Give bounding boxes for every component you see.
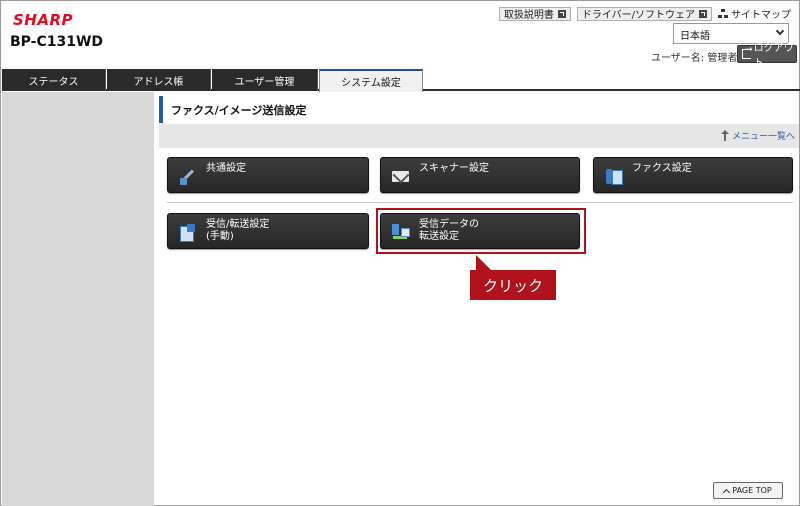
highlight-box [376, 208, 586, 254]
browser-frame: SHARP BP-C131WD 取扱説明書 ドライバー/ソフトウェア サイトマッ… [0, 0, 800, 506]
top-links: 取扱説明書 ドライバー/ソフトウェア サイトマップ [498, 6, 791, 21]
back-up-icon [720, 129, 730, 142]
menu-list-link[interactable]: メニュー一覧へ [720, 129, 795, 142]
receive-forward-settings-button[interactable]: 受信/転送設定 (手動) [167, 213, 369, 249]
callout-tail [476, 255, 492, 271]
tools-icon [178, 166, 198, 186]
chevron-down-icon [775, 26, 785, 36]
logout-icon [742, 45, 752, 59]
menu-list-label: メニュー一覧へ [731, 132, 795, 142]
sitemap-icon [718, 8, 728, 19]
receive-forward-label: 受信/転送設定 (手動) [206, 219, 270, 242]
scanner-settings-button[interactable]: スキャナー設定 [380, 157, 580, 193]
page-top-button[interactable]: PAGE TOP [713, 482, 783, 499]
external-link-icon [557, 9, 566, 18]
page-top-label: PAGE TOP [732, 486, 772, 495]
sitemap-link[interactable]: サイトマップ [718, 6, 791, 21]
sitemap-label: サイトマップ [731, 10, 791, 21]
model-name: BP-C131WD [10, 34, 104, 50]
fax-settings-label: ファクス設定 [632, 163, 692, 174]
tab-system-settings[interactable]: システム設定 [319, 69, 423, 92]
page-title: ファクス/イメージ送信設定 [159, 96, 799, 123]
external-link-icon [699, 9, 707, 18]
user-name: ユーザー名: 管理者 [651, 53, 738, 64]
driver-link[interactable]: ドライバー/ソフトウェア [576, 6, 712, 21]
fax-settings-button[interactable]: ファクス設定 [593, 157, 793, 193]
receive-icon [178, 222, 198, 242]
sidebar [2, 92, 154, 506]
main-tabs: ステータス アドレス帳 ユーザー管理 システム設定 [2, 69, 800, 92]
sharp-logo: SHARP [13, 11, 74, 29]
mail-icon [391, 166, 411, 186]
caret-up-icon [723, 488, 731, 496]
tab-address-book[interactable]: アドレス帳 [107, 69, 211, 91]
tab-status[interactable]: ステータス [2, 69, 106, 91]
common-settings-button[interactable]: 共通設定 [167, 157, 369, 193]
menu-bar: メニュー一覧へ [159, 124, 799, 148]
fax-icon [604, 166, 624, 186]
logout-label: ログアウト [753, 43, 794, 69]
language-value: 日本語 [680, 31, 710, 42]
manual-link-label: 取扱説明書 [503, 10, 554, 21]
driver-link-label: ドライバー/ソフトウェア [581, 10, 695, 21]
scanner-settings-label: スキャナー設定 [419, 163, 489, 174]
click-callout: クリック [470, 270, 556, 300]
common-settings-label: 共通設定 [206, 163, 246, 174]
divider [167, 202, 793, 203]
manual-link[interactable]: 取扱説明書 [498, 6, 571, 21]
logout-button[interactable]: ログアウト [737, 43, 797, 69]
tab-user-management[interactable]: ユーザー管理 [212, 69, 318, 91]
